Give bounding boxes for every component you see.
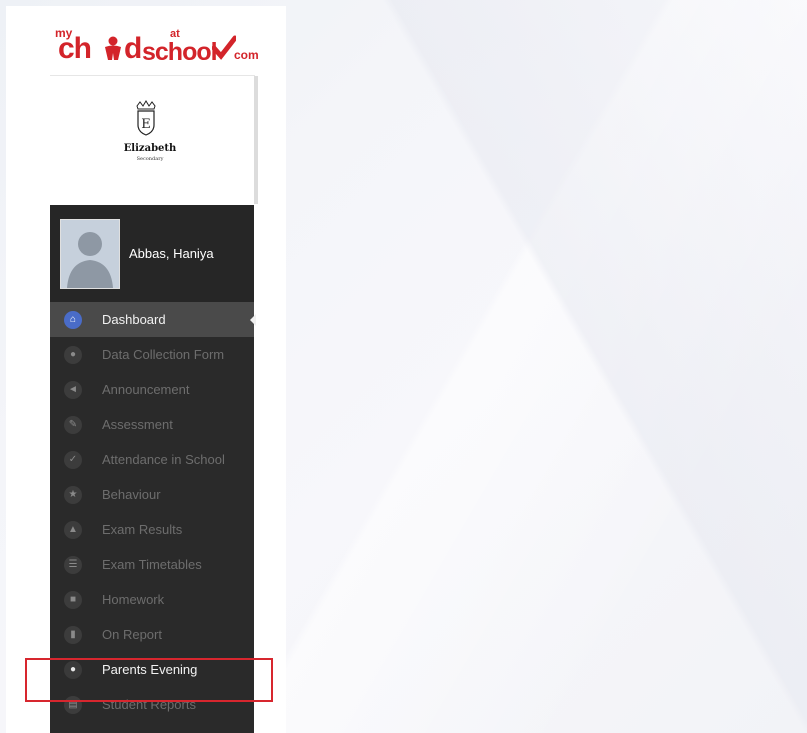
user-name: Abbas, Haniya — [129, 246, 214, 261]
parents-evening-highlight-box — [25, 658, 273, 702]
sidebar-item-label: On Report — [102, 627, 162, 642]
child-figure-icon — [105, 36, 121, 60]
star-icon: ★ — [64, 486, 82, 504]
user-profile[interactable]: Abbas, Haniya — [50, 205, 254, 302]
user-icon: ● — [64, 346, 82, 364]
sidebar-item-dashboard[interactable]: ⌂ Dashboard — [50, 302, 256, 337]
school-name: Elizabeth — [123, 143, 177, 154]
pencil-icon: ✎ — [64, 416, 82, 434]
sidebar-item-label: Homework — [102, 592, 165, 607]
home-icon: ⌂ — [64, 311, 82, 329]
logo-area: my ch d at school com — [50, 26, 259, 76]
briefcase-icon: ■ — [64, 591, 82, 609]
document-icon: ▮ — [64, 626, 82, 644]
logo-text-ch: ch — [58, 32, 92, 65]
sidebar-nav: Abbas, Haniya ⌂ Dashboard ● Data Collect… — [50, 205, 256, 733]
checkmark-icon — [212, 35, 236, 60]
sidebar-item-behaviour[interactable]: ★ Behaviour — [50, 477, 254, 512]
sidebar-item-on-report[interactable]: ▮ On Report — [50, 617, 254, 652]
sidebar-item-data-collection-form[interactable]: ● Data Collection Form — [50, 337, 254, 372]
sidebar-item-label: Attendance in School — [102, 452, 225, 467]
sidebar-item-exam-timetables[interactable]: ☰ Exam Timetables — [50, 547, 254, 582]
crest-letter: E — [141, 117, 151, 132]
school-badge: E Elizabeth Secondary — [50, 76, 258, 204]
logo-text-school: school — [142, 38, 218, 66]
sidebar-item-attendance[interactable]: ✓ Attendance in School — [50, 442, 254, 477]
mychildatschool-logo[interactable]: my ch d at school com — [52, 26, 259, 72]
sidebar-item-label: Exam Results — [102, 522, 183, 537]
user-silhouette-icon — [61, 220, 119, 288]
sidebar-item-homework[interactable]: ■ Homework — [50, 582, 254, 617]
sidebar-item-label: Assessment — [102, 417, 173, 432]
school-subtitle: Secondary — [136, 156, 164, 162]
background-shape — [286, 0, 807, 733]
check-icon: ✓ — [64, 451, 82, 469]
sidebar-item-label: Dashboard — [102, 312, 166, 327]
sidebar-item-label: Exam Timetables — [102, 557, 202, 572]
list-icon: ☰ — [64, 556, 82, 574]
sidebar-item-assessment[interactable]: ✎ Assessment — [50, 407, 254, 442]
sidebar-item-label: Behaviour — [102, 487, 161, 502]
sidebar-item-announcement[interactable]: ◄ Announcement — [50, 372, 254, 407]
graduation-cap-icon: ▲ — [64, 521, 82, 539]
school-crest-icon: E — [136, 100, 156, 136]
active-caret-icon — [250, 314, 256, 326]
avatar — [60, 219, 120, 289]
logo-text-com: com — [234, 48, 259, 62]
sidebar-item-exam-results[interactable]: ▲ Exam Results — [50, 512, 254, 547]
sidebar-item-label: Announcement — [102, 382, 190, 397]
sidebar-item-label: Data Collection Form — [102, 347, 225, 362]
megaphone-icon: ◄ — [64, 381, 82, 399]
